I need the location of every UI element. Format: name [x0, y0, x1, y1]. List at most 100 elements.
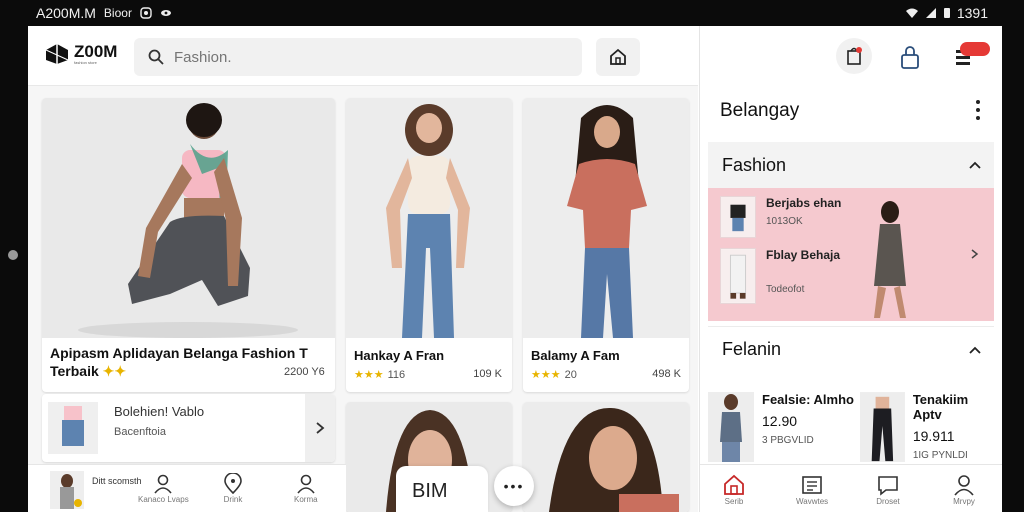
user-icon: [297, 474, 315, 494]
bag-icon: [847, 47, 862, 65]
promo-list-item[interactable]: Bolehien! Vablo Bacenftoia: [42, 394, 335, 462]
promo-item-subtitle: 1013OK: [766, 216, 803, 227]
section-felanin-header[interactable]: Felanin: [708, 326, 994, 372]
nav-item-profile[interactable]: Mrvpy: [952, 473, 976, 506]
product-price: 498 K: [652, 368, 681, 380]
star-rating-icon: ★★★: [354, 369, 384, 381]
product-thumb: [708, 392, 754, 462]
search-icon: [148, 49, 164, 65]
chevron-right-icon: [316, 422, 325, 434]
nav-item-account[interactable]: Kanaco Lvaps: [138, 473, 189, 504]
product-title-line2: Terbaik: [50, 363, 99, 379]
product-card[interactable]: Apipasm Aplidayan Belanga Fashion T Terb…: [42, 98, 335, 392]
camera-dot: [8, 250, 18, 260]
nav-label: Wavwtes: [796, 497, 829, 506]
status-time: 1391: [956, 5, 988, 21]
list-item[interactable]: Tenakiim Aptv 19.911 1IG PYNLDI: [860, 392, 998, 462]
home-icon: [724, 474, 744, 495]
search-bar[interactable]: [134, 38, 582, 76]
promo-model-image: [874, 201, 906, 318]
product-image: [523, 402, 689, 512]
star-rating-icon: ★★★: [531, 369, 561, 381]
nav-item-home[interactable]: Serib: [722, 473, 746, 506]
product-subtitle: 1IG PYNLDI: [912, 450, 968, 461]
main-content: Z00M fashion store Fashion. Apipasm Apli…: [28, 26, 698, 512]
next-button[interactable]: [305, 394, 335, 462]
nav-item-location[interactable]: Drink: [222, 473, 244, 504]
user-icon: [154, 474, 172, 494]
product-price: 19.911: [912, 428, 955, 444]
section-fashion-header[interactable]: Fashion: [708, 142, 994, 188]
battery-icon: [943, 8, 950, 18]
nav-label: Korma: [294, 495, 318, 504]
product-thumb: [48, 402, 98, 454]
product-thumb: [720, 248, 756, 304]
section-label: Felanin: [722, 339, 782, 359]
nav-item-profile[interactable]: Korma: [294, 473, 318, 504]
location-icon: [224, 473, 242, 495]
user-icon: [954, 475, 974, 496]
list-icon: [802, 476, 822, 494]
nav-label: Kanaco Lvaps: [138, 495, 189, 504]
top-bar: Z00M fashion store: [28, 26, 698, 86]
cart-button[interactable]: [954, 42, 994, 72]
product-thumb: [860, 392, 905, 462]
panel-toolbar: [700, 26, 1002, 88]
product-card[interactable]: Hankay A Fran ★★★ 116 109 K: [346, 98, 512, 392]
product-card[interactable]: [523, 402, 689, 512]
more-options-icon[interactable]: [974, 100, 982, 120]
profile-text: Ditt scomsth: [92, 476, 142, 486]
bottom-nav: Ditt scomsth Kanaco Lvaps Drink Korma: [28, 464, 346, 512]
product-thumb: [720, 196, 756, 238]
list-item-title: Bolehien! Vablo: [114, 404, 205, 419]
product-title-line1: Apipasm Aplidayan Belanga Fashion T: [50, 345, 308, 361]
logo-text: Z00M: [74, 41, 118, 61]
product-title: Fealsie: Almho: [762, 392, 854, 407]
camera-icon: [140, 7, 152, 19]
section-label: Fashion: [722, 154, 787, 175]
notification-button[interactable]: [836, 38, 872, 74]
home-icon: [610, 48, 626, 65]
product-rating: ★★★ 116: [354, 368, 405, 381]
nav-item-favorites[interactable]: Wavwtes: [796, 473, 828, 506]
wifi-icon: [905, 8, 918, 18]
product-subtitle: 3 PBGVLID: [762, 435, 814, 446]
product-title: Tenakiim Aptv: [912, 392, 969, 422]
product-image: [42, 98, 335, 338]
chevron-up-icon: [969, 346, 981, 354]
bim-label[interactable]: BIM: [396, 466, 488, 512]
eye-icon: [160, 10, 171, 16]
category-panel: Belangay Fashion Berjabs ehan 1013OK Fbl…: [699, 26, 1002, 512]
chevron-up-icon: [969, 161, 981, 169]
list-item-subtitle: Bacenftoia: [114, 426, 166, 438]
logo[interactable]: Z00M fashion store: [44, 42, 117, 66]
nav-item-chat[interactable]: Droset: [876, 473, 900, 506]
lock-icon[interactable]: [898, 44, 922, 70]
panel-title: Belangay: [720, 100, 800, 121]
product-title: Hankay A Fran: [354, 348, 445, 363]
product-price: 2200 Y6: [284, 366, 325, 378]
list-item[interactable]: Fealsie: Almho 12.90 3 PBGVLID: [708, 392, 854, 462]
promo-item-title: Berjabs ehan: [766, 196, 842, 210]
chat-icon: [878, 476, 898, 496]
status-app-text: Bioor: [103, 6, 132, 20]
search-input[interactable]: [174, 48, 554, 66]
promo-item[interactable]: Fblay Behaja Todeofot: [720, 248, 840, 304]
product-card[interactable]: Balamy A Fam ★★★ 20 498 K: [523, 98, 689, 392]
home-button[interactable]: [596, 38, 640, 76]
more-fab-button[interactable]: •••: [494, 466, 534, 506]
promo-banner[interactable]: Berjabs ehan 1013OK Fblay Behaja Todeofo…: [708, 188, 994, 321]
promo-item[interactable]: Berjabs ehan 1013OK: [720, 196, 841, 238]
product-image: [346, 98, 512, 338]
product-image: [523, 98, 689, 338]
signal-icon: [925, 8, 936, 18]
app-screen: Z00M fashion store Fashion. Apipasm Apli…: [28, 26, 1002, 512]
rating-count: 20: [564, 369, 577, 381]
product-rating: ★★★ 20: [531, 368, 577, 381]
product-list: Fealsie: Almho 12.90 3 PBGVLID Tenakiim …: [708, 392, 998, 468]
logo-icon: [45, 44, 69, 64]
promo-item-subtitle: Todeofot: [766, 284, 805, 295]
profile-thumb[interactable]: [50, 471, 84, 509]
nav-label: Mrvpy: [953, 497, 975, 506]
chevron-right-icon[interactable]: [970, 248, 980, 260]
